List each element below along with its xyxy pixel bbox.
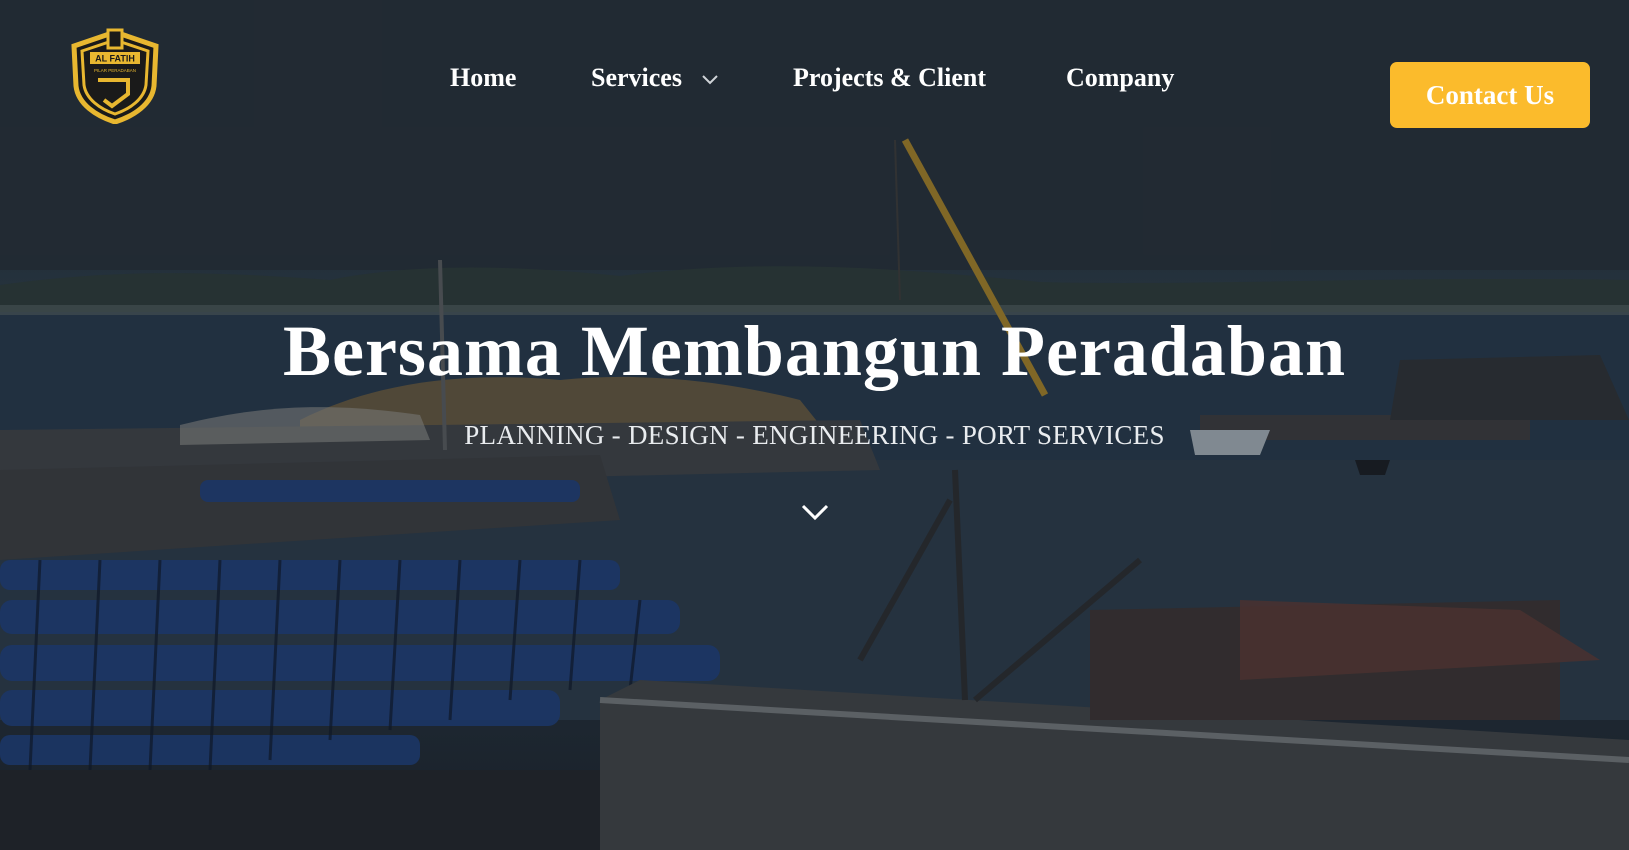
contact-us-button[interactable]: Contact Us (1390, 62, 1590, 128)
logo-text: AL FATIH (95, 54, 135, 64)
hero-subtitle: PLANNING - DESIGN - ENGINEERING - PORT S… (464, 420, 1165, 450)
al-fatih-logo[interactable]: AL FATIH PILAR PERADABAN (68, 28, 162, 124)
nav-services[interactable]: Services (591, 58, 719, 98)
hero-section: AL FATIH PILAR PERADABAN Home Services P… (0, 0, 1629, 850)
nav-company[interactable]: Company (1066, 58, 1174, 98)
hero-title: Bersama Membangun Peradaban (282, 311, 1347, 391)
nav-services-label: Services (591, 63, 682, 92)
nav-home[interactable]: Home (450, 58, 516, 98)
scroll-down-chevron-icon[interactable] (800, 502, 830, 524)
nav-projects-client[interactable]: Projects & Client (793, 58, 986, 98)
logo-subtext: PILAR PERADABAN (94, 68, 136, 73)
chevron-down-icon (702, 75, 719, 85)
